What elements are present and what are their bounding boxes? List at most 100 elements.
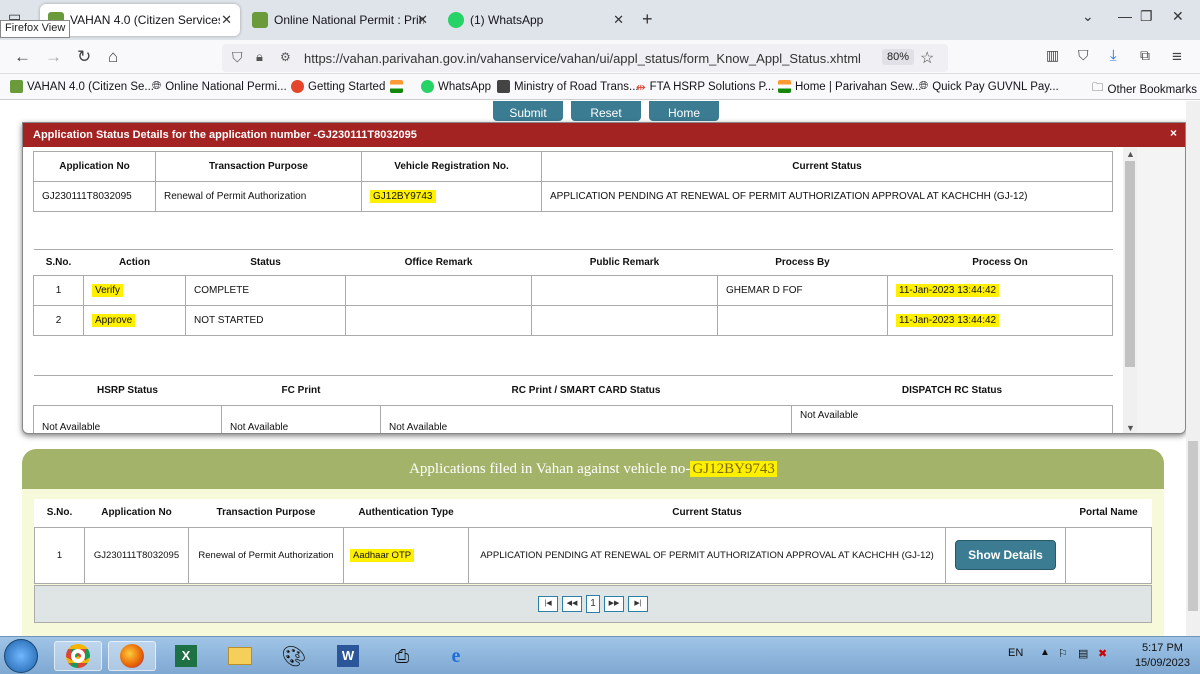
shield-icon[interactable]: ⛉ xyxy=(232,49,243,66)
tab-whatsapp[interactable]: (1) WhatsApp ✕ xyxy=(440,4,632,36)
process-by xyxy=(717,305,888,336)
applications-heading: Applications filed in Vahan against vehi… xyxy=(22,449,1164,489)
heading-vehicle-no: GJ12BY9743 xyxy=(690,461,777,477)
bookmark-item[interactable]: 🌐︎ Online National Permi... xyxy=(152,80,287,93)
applications-panel: Applications filed in Vahan against vehi… xyxy=(22,449,1164,639)
ie-taskbar-icon[interactable]: e xyxy=(432,641,480,671)
scrollbar-thumb[interactable] xyxy=(1188,441,1198,611)
first-page-button[interactable]: |◀ xyxy=(538,596,558,612)
tab-national-permit[interactable]: Online National Permit : Print N ✕ xyxy=(244,4,436,36)
pocket-icon[interactable]: ⛉ xyxy=(1078,47,1089,64)
submit-button[interactable]: Submit xyxy=(493,101,563,121)
firefox-icon xyxy=(291,80,304,93)
last-page-button[interactable]: ▶| xyxy=(628,596,648,612)
home-button[interactable]: Home xyxy=(649,101,719,121)
current-page[interactable]: 1 xyxy=(586,595,600,613)
form-buttons: Submit Reset Home xyxy=(493,101,719,121)
excel-taskbar-icon[interactable]: X xyxy=(162,641,210,671)
clock-time: 5:17 PM xyxy=(1141,642,1183,654)
start-button[interactable] xyxy=(4,639,38,673)
bookmark-item[interactable]: WhatsApp xyxy=(421,80,491,93)
scrollbar-thumb[interactable] xyxy=(1125,161,1135,367)
firefox-taskbar-icon[interactable] xyxy=(108,641,156,671)
column-header: S.No. xyxy=(33,249,84,276)
transaction-purpose: Renewal of Permit Authorization xyxy=(188,526,344,584)
process-on-cell: 11-Jan-2023 13:44:42 xyxy=(887,305,1113,336)
forward-icon[interactable]: → xyxy=(45,47,62,67)
minimize-icon[interactable]: — xyxy=(1118,8,1132,24)
scroll-down-icon[interactable]: ▼ xyxy=(1126,423,1135,433)
url-text: https://vahan.parivahan.gov.in/vahanserv… xyxy=(304,51,861,66)
dialog-scrollbar[interactable]: ▲ ▼ xyxy=(1123,147,1137,433)
restore-icon[interactable]: ❐ xyxy=(1140,8,1153,25)
home-icon[interactable]: ⌂ xyxy=(108,47,118,67)
show-details-button[interactable]: Show Details xyxy=(955,540,1056,570)
other-bookmarks[interactable]: 🗀 Other Bookmarks xyxy=(1092,80,1197,99)
fta-icon: ⇹ xyxy=(636,82,646,94)
close-tab-icon[interactable]: ✕ xyxy=(417,12,428,28)
india-flag-icon xyxy=(778,80,791,93)
action-center-icon[interactable]: ⚐ xyxy=(1058,647,1068,660)
lock-icon[interactable]: 🔒︎ xyxy=(256,49,263,65)
process-on-cell: 11-Jan-2023 13:44:42 xyxy=(887,275,1113,306)
column-header: Process By xyxy=(717,249,888,276)
table-row: 1 Verify COMPLETE GHEMAR D FOF 11-Jan-20… xyxy=(33,275,1113,306)
close-tab-icon[interactable]: ✕ xyxy=(221,12,232,28)
column-header: Process On xyxy=(887,249,1113,276)
bookmark-item[interactable]: Home | Parivahan Sew... xyxy=(778,80,921,93)
bookmark-star-icon[interactable]: ☆ xyxy=(920,48,934,68)
reset-button[interactable]: Reset xyxy=(571,101,641,121)
column-header: Current Status xyxy=(541,151,1113,182)
downloads-icon[interactable]: ⤓ xyxy=(1110,47,1117,64)
bookmark-item[interactable]: ⇹ FTA HSRP Solutions P... xyxy=(636,80,774,94)
dialog-title: Application Status Details for the appli… xyxy=(33,129,417,141)
extensions-icon[interactable]: ⧉ xyxy=(1140,47,1150,64)
column-header: FC Print xyxy=(221,375,381,406)
prev-page-button[interactable]: ◀◀ xyxy=(562,596,582,612)
word-taskbar-icon[interactable]: W xyxy=(324,641,372,671)
tray-expand-icon[interactable]: ▲ xyxy=(1040,647,1050,658)
bookmark-item[interactable]: VAHAN 4.0 (Citizen Se... xyxy=(10,80,154,93)
public-remark xyxy=(531,305,718,336)
action-cell: Verify xyxy=(83,275,186,306)
bookmark-item[interactable]: 🌐︎ Quick Pay GUVNL Pay... xyxy=(919,80,1059,93)
scroll-up-icon[interactable]: ▲ xyxy=(1126,149,1135,159)
column-header: Current Status xyxy=(468,499,946,528)
system-clock[interactable]: 5:17 PM 15/09/2023 xyxy=(1135,641,1190,671)
volume-muted-icon[interactable]: ✖ xyxy=(1098,647,1107,660)
table-header-row: S.No. Application No Transaction Purpose… xyxy=(34,499,1152,528)
explorer-taskbar-icon[interactable] xyxy=(216,641,264,671)
menu-icon[interactable]: ≡ xyxy=(1172,47,1182,67)
column-header: DISPATCH RC Status xyxy=(791,375,1113,406)
bookmark-item[interactable]: Ministry of Road Trans... xyxy=(497,80,639,93)
globe-icon: 🌐︎ xyxy=(919,80,929,92)
bookmark-item[interactable]: Getting Started xyxy=(291,80,385,93)
next-page-button[interactable]: ▶▶ xyxy=(604,596,624,612)
india-flag-icon xyxy=(390,80,403,93)
reload-icon[interactable]: ↻ xyxy=(77,47,91,67)
url-bar[interactable]: ⛉ 🔒︎ ⚙ https://vahan.parivahan.gov.in/va… xyxy=(222,44,948,72)
zoom-level[interactable]: 80% xyxy=(882,49,915,65)
tab-title: VAHAN 4.0 (Citizen Services)~o xyxy=(70,13,220,27)
pagination: |◀ ◀◀ 1 ▶▶ ▶| xyxy=(34,585,1152,623)
language-indicator[interactable]: EN xyxy=(1008,647,1023,659)
office-remark xyxy=(345,275,532,306)
vahan-icon xyxy=(10,80,23,93)
clock-date: 15/09/2023 xyxy=(1134,657,1190,669)
network-icon[interactable]: ▤ xyxy=(1078,647,1088,660)
close-icon[interactable]: × xyxy=(1170,126,1177,140)
new-tab-icon[interactable]: + xyxy=(642,9,653,30)
column-header: Public Remark xyxy=(531,249,718,276)
sidebar-icon[interactable]: ▥ xyxy=(1046,47,1059,64)
list-tabs-icon[interactable]: ⌄ xyxy=(1082,8,1094,25)
close-tab-icon[interactable]: ✕ xyxy=(613,12,624,28)
chrome-taskbar-icon[interactable] xyxy=(54,641,102,671)
close-window-icon[interactable]: ✕ xyxy=(1172,8,1184,25)
page-scrollbar[interactable] xyxy=(1186,101,1200,636)
permissions-icon[interactable]: ⚙ xyxy=(280,50,291,64)
bookmark-item[interactable] xyxy=(390,80,403,93)
paint-taskbar-icon[interactable]: 🎨︎ xyxy=(270,641,318,671)
tab-title: Online National Permit : Print N xyxy=(274,13,424,27)
back-icon[interactable]: ← xyxy=(14,47,31,67)
printer-taskbar-icon[interactable]: ⎙ xyxy=(378,641,426,671)
